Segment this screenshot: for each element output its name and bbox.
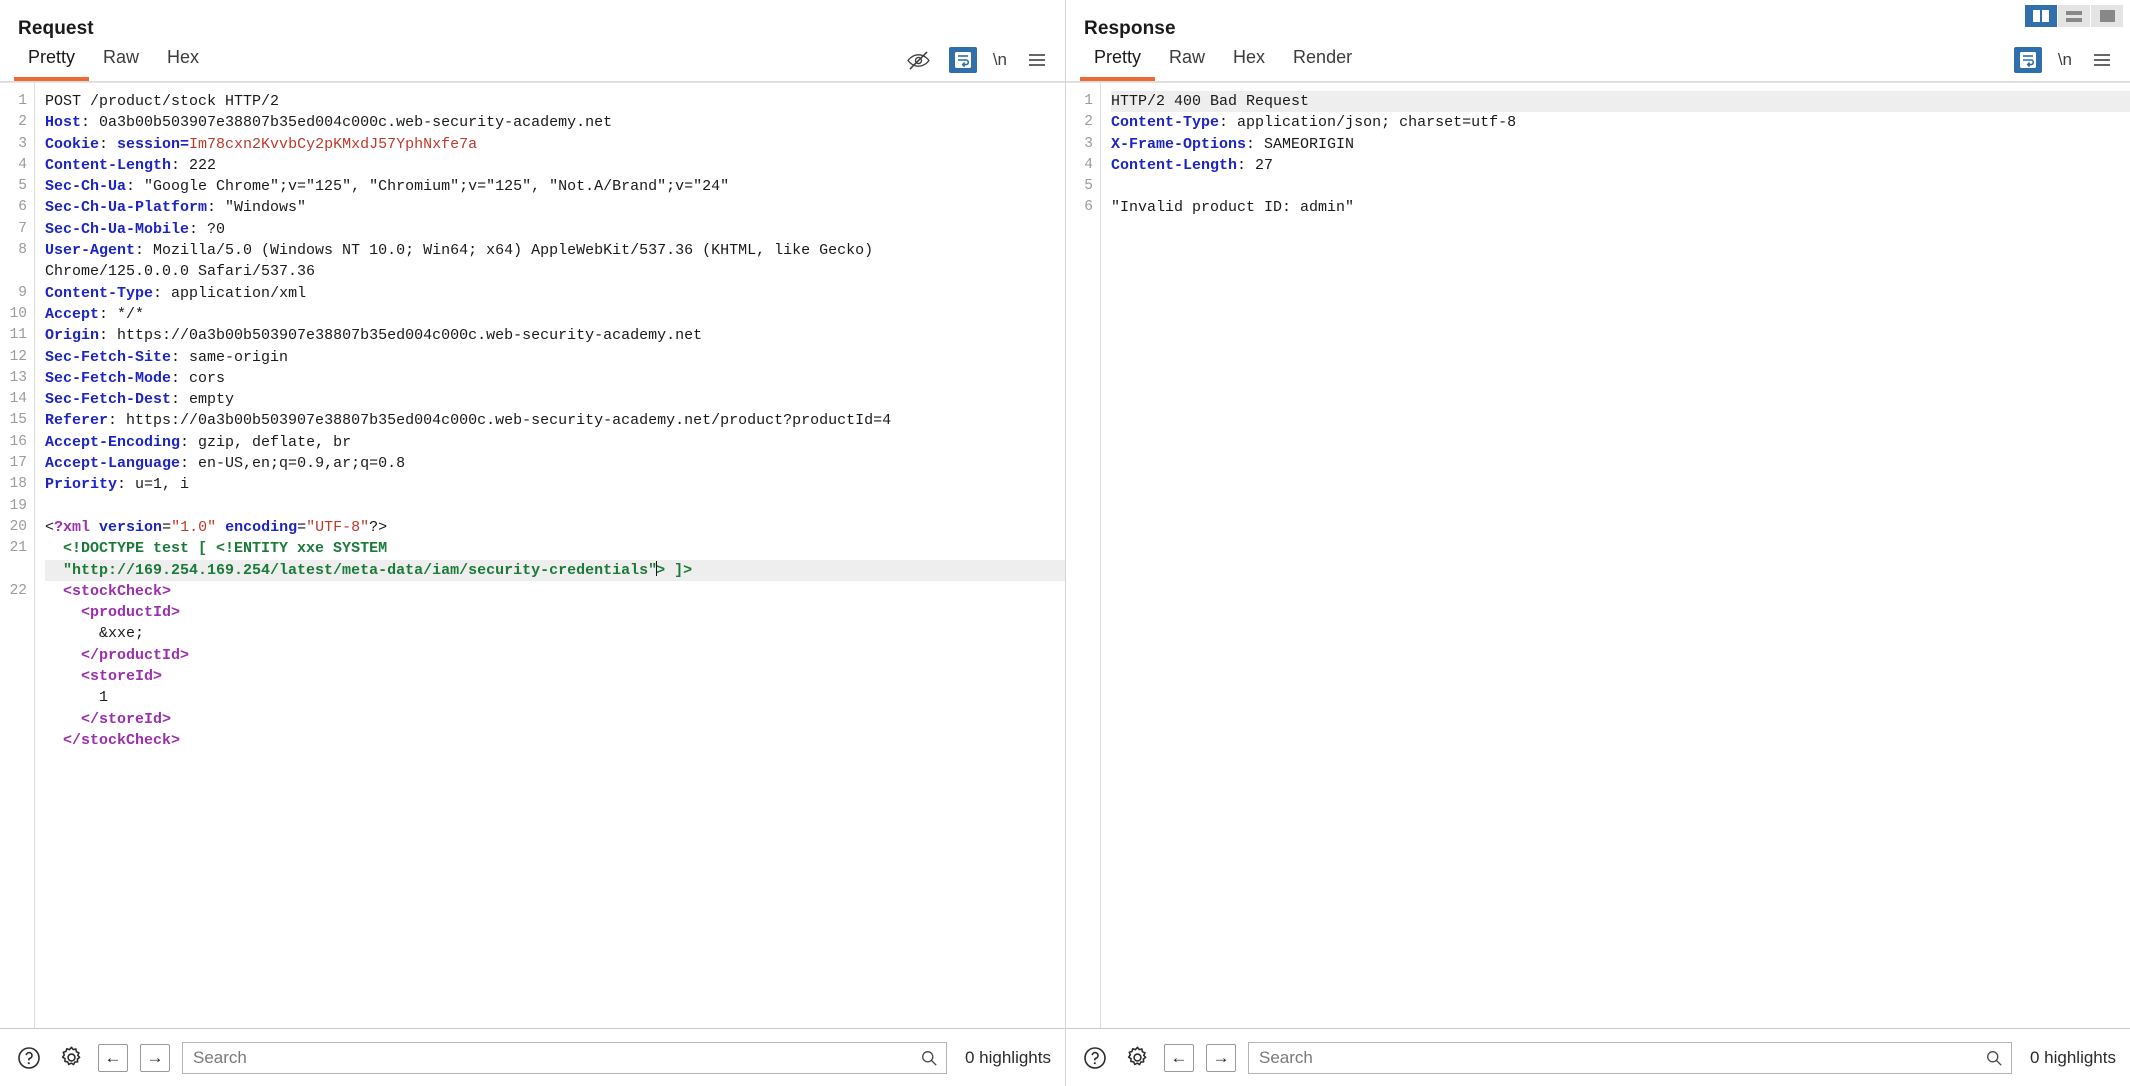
code-line[interactable]: POST /product/stock HTTP/2 bbox=[45, 91, 1065, 112]
code-line[interactable]: </storeId> bbox=[45, 709, 1065, 730]
response-bottom-bar: ← → 0 highlights bbox=[1066, 1028, 2130, 1086]
code-line[interactable]: Accept: */* bbox=[45, 304, 1065, 325]
request-editor[interactable]: 12345678 9 10 11 12 13 14 15 16 17 18 19 20 21 22 PO… bbox=[0, 82, 1065, 1028]
code-line[interactable]: Cookie: session=Im78cxn2KvvbCy2pKMxdJ57Y… bbox=[45, 134, 1065, 155]
code-line[interactable]: &xxe; bbox=[45, 623, 1065, 644]
code-line[interactable]: Sec-Fetch-Mode: cors bbox=[45, 368, 1065, 389]
code-line[interactable]: "http://169.254.169.254/latest/meta-data… bbox=[45, 559, 1065, 581]
burp-repeater-window: Request Pretty Raw Hex \n 1 2 3 4 5 6 7 … bbox=[0, 0, 2130, 1086]
code-line[interactable]: <stockCheck> bbox=[45, 581, 1065, 602]
code-line[interactable]: User-Agent: Mozilla/5.0 (Windows NT 10.0… bbox=[45, 240, 1065, 261]
response-code[interactable]: HTTP/2 400 Bad Request Content-Type: appl… bbox=[1100, 83, 2130, 1028]
request-pane: Request Pretty Raw Hex \n 1 2 3 4 5 6 7 … bbox=[0, 0, 1066, 1028]
help-circle-icon[interactable] bbox=[14, 1043, 44, 1073]
response-tab-raw[interactable]: Raw bbox=[1155, 47, 1219, 81]
code-line[interactable]: <productId> bbox=[45, 602, 1065, 623]
response-gutter: 123456 bbox=[1066, 83, 1100, 1028]
response-editor[interactable]: 123456 HTTP/2 400 Bad Request Content-Typ… bbox=[1066, 82, 2130, 1028]
code-line[interactable] bbox=[45, 496, 1065, 517]
code-line[interactable]: <storeId> bbox=[45, 666, 1065, 687]
request-tab-raw[interactable]: Raw bbox=[89, 47, 153, 81]
gear-icon[interactable] bbox=[56, 1043, 86, 1073]
request-gutter: 12345678 9 10 11 12 13 14 15 16 17 18 19 20 21 22 bbox=[0, 83, 34, 1028]
response-tabbar: Pretty Raw Hex Render \n bbox=[1066, 40, 2130, 82]
code-line[interactable]: Sec-Ch-Ua-Mobile: ?0 bbox=[45, 219, 1065, 240]
request-title: Request bbox=[18, 18, 94, 39]
hamburger-menu-icon[interactable] bbox=[1023, 47, 1051, 73]
code-line[interactable]: "Invalid product ID: admin" bbox=[1111, 197, 2130, 218]
help-circle-icon[interactable] bbox=[1080, 1043, 1110, 1073]
code-line[interactable]: Content-Type: application/json; charset=… bbox=[1111, 112, 2130, 133]
response-search-field[interactable] bbox=[1248, 1041, 2012, 1074]
code-line[interactable]: Origin: https://0a3b00b503907e38807b35ed… bbox=[45, 325, 1065, 346]
code-line[interactable]: Sec-Fetch-Site: same-origin bbox=[45, 347, 1065, 368]
word-wrap-icon[interactable] bbox=[2013, 47, 2042, 73]
code-line[interactable]: Chrome/125.0.0.0 Safari/537.36 bbox=[45, 261, 1065, 282]
response-pane: Response Pretty Raw Hex Render \n 1 2 3 … bbox=[1066, 0, 2130, 1028]
eye-slash-icon[interactable] bbox=[905, 47, 933, 73]
code-line[interactable]: Content-Length: 27 bbox=[1111, 155, 2130, 176]
response-search-input[interactable] bbox=[1259, 1047, 1985, 1068]
search-prev-button[interactable]: ← bbox=[98, 1043, 128, 1072]
code-line[interactable]: HTTP/2 400 Bad Request bbox=[1111, 91, 2130, 113]
search-icon[interactable] bbox=[920, 1049, 938, 1067]
response-highlights-count: 0 highlights bbox=[2029, 1047, 2116, 1067]
search-next-button[interactable]: → bbox=[140, 1043, 170, 1072]
word-wrap-icon[interactable] bbox=[948, 47, 977, 73]
code-line[interactable]: Content-Type: application/xml bbox=[45, 283, 1065, 304]
code-line[interactable]: Content-Length: 222 bbox=[45, 155, 1065, 176]
request-tab-hex[interactable]: Hex bbox=[153, 47, 213, 81]
code-line[interactable]: Priority: u=1, i bbox=[45, 474, 1065, 495]
newline-icon[interactable]: \n bbox=[2058, 50, 2072, 70]
code-line[interactable]: Referer: https://0a3b00b503907e38807b35e… bbox=[45, 410, 1065, 431]
response-tab-pretty[interactable]: Pretty bbox=[1080, 47, 1156, 81]
code-line[interactable]: <!DOCTYPE test [ <!ENTITY xxe SYSTEM bbox=[45, 538, 1065, 559]
code-line[interactable]: Accept-Language: en-US,en;q=0.9,ar;q=0.8 bbox=[45, 453, 1065, 474]
search-prev-button[interactable]: ← bbox=[1164, 1043, 1194, 1072]
request-search-input[interactable] bbox=[193, 1047, 920, 1068]
code-line[interactable]: Sec-Ch-Ua: "Google Chrome";v="125", "Chr… bbox=[45, 176, 1065, 197]
search-next-button[interactable]: → bbox=[1206, 1043, 1236, 1072]
split-horizontal-icon bbox=[2066, 10, 2082, 22]
code-line[interactable] bbox=[1111, 176, 2130, 197]
code-line[interactable]: Host: 0a3b00b503907e38807b35ed004c000c.w… bbox=[45, 112, 1065, 133]
newline-icon[interactable]: \n bbox=[993, 50, 1007, 70]
response-title: Response bbox=[1084, 18, 1176, 39]
bottom-bar: ← → 0 highlights bbox=[0, 1028, 2130, 1086]
code-line[interactable]: Sec-Fetch-Dest: empty bbox=[45, 389, 1065, 410]
response-tab-hex[interactable]: Hex bbox=[1219, 47, 1279, 81]
request-tabbar: Pretty Raw Hex \n bbox=[0, 40, 1065, 82]
search-icon[interactable] bbox=[1985, 1049, 2003, 1067]
layout-split-horizontal-button[interactable] bbox=[2058, 5, 2090, 27]
single-pane-icon bbox=[2099, 10, 2115, 22]
request-highlights-count: 0 highlights bbox=[964, 1047, 1051, 1067]
request-bottom-bar: ← → 0 highlights bbox=[0, 1028, 1066, 1086]
code-line[interactable]: 1 bbox=[45, 687, 1065, 708]
code-line[interactable]: X-Frame-Options: SAMEORIGIN bbox=[1111, 134, 2130, 155]
request-tab-pretty[interactable]: Pretty bbox=[14, 47, 90, 81]
layout-split-vertical-button[interactable] bbox=[2025, 5, 2057, 27]
layout-toggle-group bbox=[2025, 5, 2123, 27]
code-line[interactable]: Accept-Encoding: gzip, deflate, br bbox=[45, 432, 1065, 453]
request-tools: \n bbox=[905, 47, 1051, 73]
response-tab-render[interactable]: Render bbox=[1279, 47, 1366, 81]
code-line[interactable]: </productId> bbox=[45, 645, 1065, 666]
panes-container: Request Pretty Raw Hex \n 1 2 3 4 5 6 7 … bbox=[0, 0, 2130, 1028]
code-line[interactable]: <?xml version="1.0" encoding="UTF-8"?> bbox=[45, 517, 1065, 538]
request-search-field[interactable] bbox=[182, 1041, 947, 1074]
split-vertical-icon bbox=[2033, 10, 2049, 22]
code-line[interactable]: Sec-Ch-Ua-Platform: "Windows" bbox=[45, 197, 1065, 218]
code-line[interactable]: </stockCheck> bbox=[45, 730, 1065, 751]
hamburger-menu-icon[interactable] bbox=[2088, 47, 2116, 73]
response-tools: \n bbox=[2013, 47, 2116, 73]
layout-single-pane-button[interactable] bbox=[2091, 5, 2123, 27]
gear-icon[interactable] bbox=[1122, 1043, 1152, 1073]
request-code[interactable]: POST /product/stock HTTP/2 Host: 0a3b00b5… bbox=[34, 83, 1065, 1028]
